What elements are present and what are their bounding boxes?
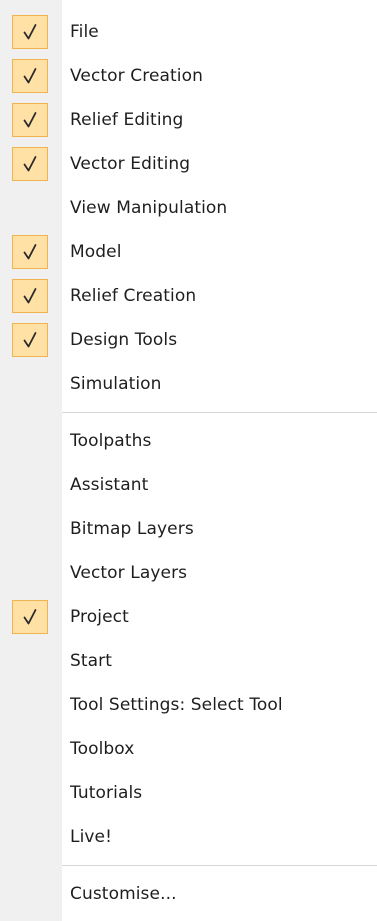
menu-item-live[interactable]: Live! [0, 815, 377, 859]
checkmark-glyph [23, 332, 37, 348]
checkmark-glyph [23, 68, 37, 84]
menu-item-relief-creation[interactable]: Relief Creation [0, 274, 377, 318]
menu-item-vector-editing[interactable]: Vector Editing [0, 142, 377, 186]
checkmark-icon [12, 103, 48, 137]
menu-item-label: View Manipulation [70, 198, 228, 218]
menu-item-vector-layers[interactable]: Vector Layers [0, 551, 377, 595]
checkmark-icon [12, 600, 48, 634]
checkmark-icon [12, 235, 48, 269]
menu-item-label: Tool Settings: Select Tool [70, 695, 283, 715]
menu-separator [0, 859, 377, 872]
menu-item-tutorials[interactable]: Tutorials [0, 771, 377, 815]
menu-item-project[interactable]: Project [0, 595, 377, 639]
menu-item-label: Customise... [70, 884, 177, 904]
menu-item-toolbox[interactable]: Toolbox [0, 727, 377, 771]
menu-item-label: Toolpaths [70, 431, 152, 451]
checkmark-glyph [23, 609, 37, 625]
checkmark-icon [12, 59, 48, 93]
checkmark-glyph [23, 288, 37, 304]
menu-item-tool-settings-select-tool[interactable]: Tool Settings: Select Tool [0, 683, 377, 727]
menu-item-label: Assistant [70, 475, 149, 495]
menu-item-relief-editing[interactable]: Relief Editing [0, 98, 377, 142]
context-menu: File Vector Creation Relief Editing Vector … [0, 0, 377, 921]
menu-item-label: Start [70, 651, 113, 671]
menu-item-label: Live! [70, 827, 113, 847]
menu-item-label: Vector Editing [70, 154, 191, 174]
checkmark-icon [12, 323, 48, 357]
menu-item-label: Vector Creation [70, 66, 204, 86]
menu-item-design-tools[interactable]: Design Tools [0, 318, 377, 362]
menu-item-label: Toolbox [70, 739, 135, 759]
menu-item-label: File [70, 22, 99, 42]
menu-item-toolpaths[interactable]: Toolpaths [0, 419, 377, 463]
menu-item-vector-creation[interactable]: Vector Creation [0, 54, 377, 98]
menu-item-start[interactable]: Start [0, 639, 377, 683]
checkmark-glyph [23, 244, 37, 260]
checkmark-icon [12, 279, 48, 313]
menu-item-file[interactable]: File [0, 10, 377, 54]
checkmark-icon [12, 15, 48, 49]
menu-item-label: Relief Creation [70, 286, 197, 306]
menu-item-model[interactable]: Model [0, 230, 377, 274]
menu-item-assistant[interactable]: Assistant [0, 463, 377, 507]
checkmark-glyph [23, 156, 37, 172]
menu-item-label: Tutorials [70, 783, 143, 803]
checkmark-icon [12, 147, 48, 181]
checkmark-glyph [23, 112, 37, 128]
menu-item-label: Design Tools [70, 330, 178, 350]
menu-item-simulation[interactable]: Simulation [0, 362, 377, 406]
menu-items: File Vector Creation Relief Editing Vector … [0, 10, 377, 916]
menu-separator [0, 406, 377, 419]
menu-item-label: Vector Layers [70, 563, 188, 583]
menu-item-label: Relief Editing [70, 110, 184, 130]
menu-item-label: Project [70, 607, 129, 627]
menu-item-label: Simulation [70, 374, 162, 394]
menu-item-view-manipulation[interactable]: View Manipulation [0, 186, 377, 230]
menu-item-bitmap-layers[interactable]: Bitmap Layers [0, 507, 377, 551]
menu-item-label: Bitmap Layers [70, 519, 194, 539]
menu-item-label: Model [70, 242, 122, 262]
checkmark-glyph [23, 24, 37, 40]
menu-item-customise[interactable]: Customise... [0, 872, 377, 916]
